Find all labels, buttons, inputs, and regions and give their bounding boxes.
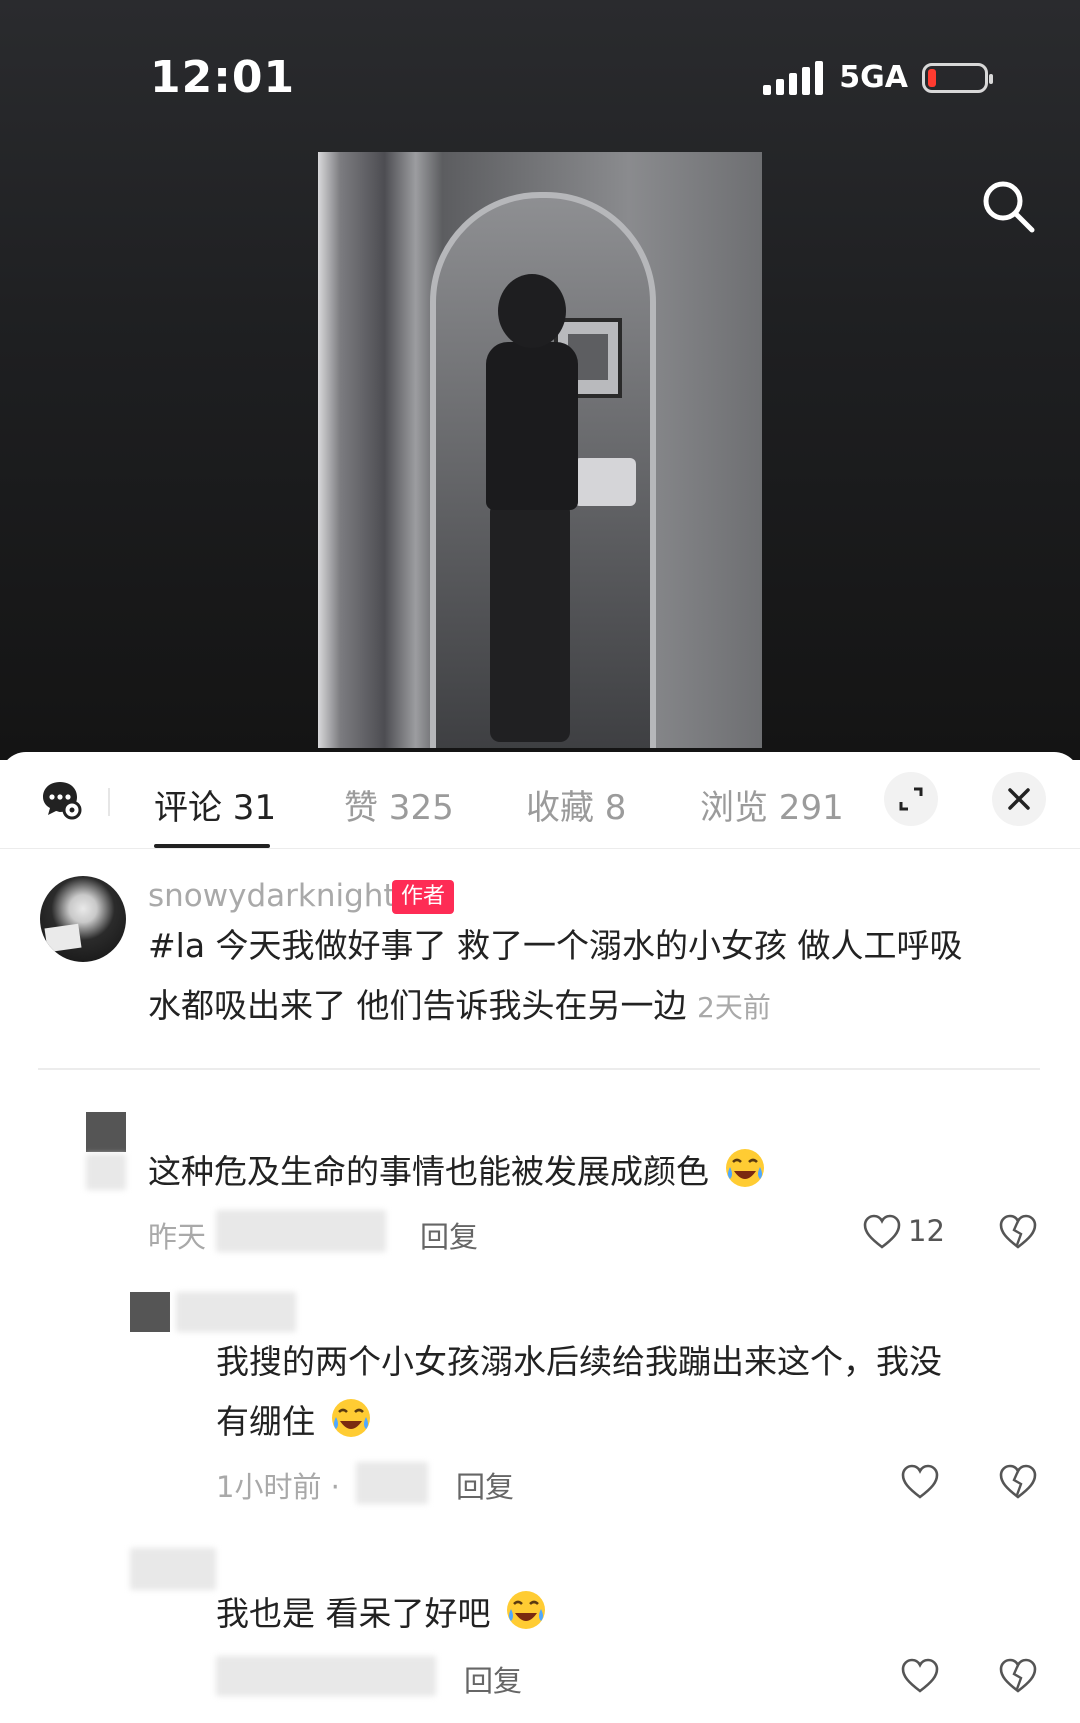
avatar[interactable] bbox=[130, 1292, 170, 1332]
person-body bbox=[486, 342, 578, 510]
crying-laughing-emoji bbox=[331, 1399, 370, 1437]
crying-laughing-emoji bbox=[507, 1591, 545, 1629]
broken-heart-icon[interactable] bbox=[998, 1656, 1038, 1696]
avatar[interactable] bbox=[40, 876, 126, 962]
broken-heart-icon[interactable] bbox=[998, 1462, 1038, 1502]
active-tab-indicator bbox=[154, 844, 270, 848]
comment-text-content: 我也是 看呆了好吧 bbox=[216, 1594, 491, 1633]
person-head bbox=[498, 274, 566, 348]
comment-text-line1: #la 今天我做好事了 救了一个溺水的小女孩 做人工呼吸 bbox=[148, 926, 963, 965]
reply-button[interactable]: 回复 bbox=[464, 1658, 522, 1700]
reply-button[interactable]: 回复 bbox=[456, 1464, 514, 1506]
close-button[interactable] bbox=[992, 772, 1046, 826]
divider bbox=[38, 1068, 1040, 1070]
comment-text-line2: 水都吸出来了 他们告诉我头在另一边 bbox=[148, 986, 687, 1025]
status-bar-right: 5GA bbox=[763, 60, 993, 95]
person-legs bbox=[490, 502, 570, 742]
comment-username[interactable]: snowydarknight bbox=[148, 878, 396, 914]
tab-separator bbox=[108, 788, 110, 816]
heart-icon[interactable] bbox=[862, 1212, 902, 1252]
author-badge: 作者 bbox=[392, 880, 455, 914]
reply-button[interactable]: 回复 bbox=[420, 1214, 478, 1256]
comment-text: 我也是 看呆了好吧 bbox=[216, 1584, 547, 1644]
avatar[interactable] bbox=[86, 1112, 126, 1152]
blurred-area bbox=[130, 1548, 216, 1590]
status-time: 12:01 bbox=[150, 52, 296, 103]
tab-likes[interactable]: 赞 325 bbox=[344, 780, 454, 829]
bed-shape bbox=[574, 458, 636, 506]
blurred-area bbox=[86, 1154, 126, 1190]
comment-text-line1: 我搜的两个小女孩溺水后续给我蹦出来这个，我没 bbox=[216, 1342, 942, 1381]
chat-settings-icon[interactable] bbox=[40, 778, 82, 820]
battery-icon bbox=[922, 62, 993, 93]
comment-sheet: 评论 31 赞 325 收藏 8 浏览 291 snowydarknight 作… bbox=[0, 752, 1080, 1723]
comment-text-line2-row: 有绷住 bbox=[216, 1392, 372, 1452]
post-photo[interactable] bbox=[318, 152, 762, 748]
comment-text-line2-row: 水都吸出来了 他们告诉我头在另一边 2天前 bbox=[148, 976, 771, 1038]
tab-favorites[interactable]: 收藏 8 bbox=[526, 780, 626, 829]
comment-time: 2天前 bbox=[697, 991, 771, 1024]
heart-icon[interactable] bbox=[900, 1462, 940, 1502]
tab-views[interactable]: 浏览 291 bbox=[700, 780, 844, 829]
search-icon[interactable] bbox=[978, 176, 1038, 236]
blurred-area bbox=[216, 1656, 436, 1696]
tab-bar: 评论 31 赞 325 收藏 8 浏览 291 bbox=[0, 752, 1080, 849]
comment-text-content: 这种危及生命的事情也能被发展成颜色 bbox=[148, 1152, 709, 1191]
comment-time: 昨天 bbox=[148, 1220, 207, 1254]
network-type: 5GA bbox=[839, 60, 908, 95]
close-icon bbox=[1008, 788, 1030, 810]
comment-text: 这种危及生命的事情也能被发展成颜色 bbox=[148, 1142, 766, 1202]
blurred-area bbox=[176, 1292, 296, 1332]
comment-text-line2: 有绷住 bbox=[216, 1402, 315, 1441]
video-area[interactable]: 12:01 5GA bbox=[0, 0, 1080, 760]
blurred-area bbox=[356, 1462, 428, 1504]
heart-icon[interactable] bbox=[900, 1656, 940, 1696]
blurred-area bbox=[216, 1210, 386, 1252]
expand-button[interactable] bbox=[884, 772, 938, 826]
crying-laughing-emoji bbox=[725, 1149, 764, 1187]
comment-time: 1小时前 · bbox=[216, 1470, 340, 1504]
signal-icon bbox=[763, 60, 824, 95]
expand-icon bbox=[899, 787, 923, 811]
like-count: 12 bbox=[908, 1214, 945, 1248]
broken-heart-icon[interactable] bbox=[998, 1212, 1038, 1252]
tab-comments[interactable]: 评论 31 bbox=[154, 780, 276, 829]
